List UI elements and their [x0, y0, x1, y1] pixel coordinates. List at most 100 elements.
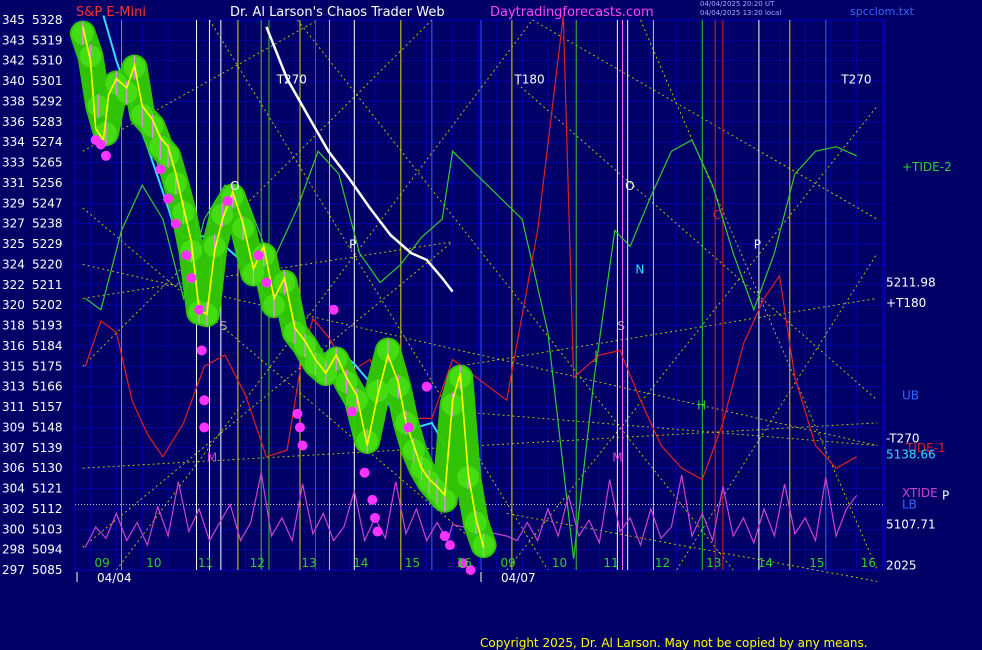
y-tick-label-b: 5238 — [32, 217, 63, 231]
y-tick-label-a: 306 — [2, 461, 25, 475]
y-tick-label-b: 5202 — [32, 298, 63, 312]
y-tick-label-a: 334 — [2, 135, 25, 149]
date-label: 04/07 — [501, 571, 536, 585]
price-dot — [196, 345, 207, 356]
timestamp-local: 04/04/2025 13:20 local — [700, 9, 782, 17]
price-dot — [170, 218, 181, 229]
price-band — [69, 20, 497, 559]
chaos-chart: 345 5328 343 5319 342 5310 340 5301 338 5292 336 52… — [2, 13, 952, 585]
y-tick-label-a: 302 — [2, 502, 25, 516]
cycle-label: M — [207, 450, 217, 464]
price-dot — [199, 422, 210, 433]
y-tick-label-a: 333 — [2, 156, 25, 170]
site-link[interactable]: Daytradingforecasts.com — [490, 5, 654, 20]
price-dot — [294, 422, 305, 433]
price-dot — [199, 395, 210, 406]
price-dot — [297, 440, 308, 451]
cycle-label: N — [635, 262, 644, 276]
copyright-notice: Copyright 2025, Dr. Al Larson. May not b… — [480, 636, 868, 650]
right-axis-label: 5138.66 — [886, 448, 936, 462]
y-tick-label-b: 5247 — [32, 196, 63, 210]
y-tick-label-b: 5265 — [32, 156, 63, 170]
cycle-label: O — [230, 179, 239, 193]
y-tick-label-a: 315 — [2, 359, 25, 373]
right-axis-label: LB — [902, 497, 917, 511]
y-tick-label-a: 316 — [2, 339, 25, 353]
price-dot — [261, 277, 272, 288]
y-tick-label-b: 5148 — [32, 420, 63, 434]
chart-title: Dr. Al Larson's Chaos Trader Web — [230, 5, 445, 20]
price-dot — [95, 139, 106, 150]
y-tick-label-b: 5112 — [32, 502, 63, 516]
price-dot — [328, 304, 339, 315]
y-tick-label-b: 5103 — [32, 522, 63, 536]
price-dot — [163, 193, 174, 204]
data-file-name: spcclom.txt — [850, 5, 914, 18]
y-tick-label-a: 309 — [2, 420, 25, 434]
price-dot — [444, 540, 455, 551]
y-tick-label-a: 324 — [2, 257, 25, 271]
cycle-label: C — [713, 208, 721, 222]
y-tick-label-b: 5220 — [32, 257, 63, 271]
y-tick-label-b: 5310 — [32, 54, 63, 68]
y-tick-label-a: 313 — [2, 380, 25, 394]
price-dot — [222, 196, 233, 207]
price-dot — [369, 512, 380, 523]
y-tick-label-a: 338 — [2, 94, 25, 108]
x-tick-label: 13 — [706, 556, 721, 570]
y-tick-label-b: 5328 — [32, 13, 63, 27]
price-dot — [346, 406, 357, 417]
y-tick-label-b: 5157 — [32, 400, 63, 414]
y-tick-label-b: 5130 — [32, 461, 63, 475]
price-dot — [155, 164, 166, 175]
cycle-label: O — [625, 179, 634, 193]
date-label: 04/04 — [97, 571, 132, 585]
y-tick-label-a: 340 — [2, 74, 25, 88]
y-tick-label-a: 322 — [2, 278, 25, 292]
y-tick-label-a: 300 — [2, 522, 25, 536]
x-tick-label: 15 — [809, 556, 824, 570]
cycle-label: T270 — [840, 72, 871, 86]
fan-line — [297, 19, 734, 571]
x-tick-label: 16 — [861, 556, 876, 570]
y-tick-label-a: 329 — [2, 196, 25, 210]
y-tick-label-a: 343 — [2, 33, 25, 47]
x-tick-label: 11 — [198, 556, 213, 570]
right-axis-label: 5107.71 — [886, 518, 936, 532]
price-dot — [194, 304, 205, 315]
cycle-label: S — [220, 319, 228, 333]
right-axis-label: UB — [902, 389, 919, 403]
y-tick-label-b: 5301 — [32, 74, 63, 88]
y-tick-label-b: 5166 — [32, 380, 63, 394]
y-tick-label-a: 304 — [2, 482, 25, 496]
x-tick-label: 09 — [95, 556, 110, 570]
symbol-title: S&P E-Mini — [76, 5, 146, 20]
x-tick-label: 09 — [500, 556, 515, 570]
x-tick-label: 12 — [655, 556, 670, 570]
y-tick-label-b: 5319 — [32, 33, 63, 47]
right-axis-label: 2025 — [886, 558, 917, 572]
y-tick-label-a: 297 — [2, 563, 25, 577]
price-dot — [421, 381, 432, 392]
y-tick-label-b: 5229 — [32, 237, 63, 251]
cycle-label: T270 — [276, 72, 307, 86]
y-tick-label-b: 5094 — [32, 543, 63, 557]
y-tick-label-b: 5292 — [32, 94, 63, 108]
y-tick-label-b: 5139 — [32, 441, 63, 455]
y-tick-label-b: 5193 — [32, 319, 63, 333]
price-dot — [186, 273, 197, 284]
y-tick-label-a: 318 — [2, 319, 25, 333]
price-dot — [403, 422, 414, 433]
x-tick-label: 15 — [405, 556, 420, 570]
y-tick-label-b: 5175 — [32, 359, 63, 373]
y-tick-label-a: 320 — [2, 298, 25, 312]
price-dot — [359, 467, 370, 478]
x-tick-label: 14 — [758, 556, 773, 570]
x-tick-label: 10 — [146, 556, 161, 570]
fan-line — [457, 297, 878, 367]
x-tick-label: 16 — [457, 556, 472, 570]
y-tick-label-a: 345 — [2, 13, 25, 27]
x-tick-label: 13 — [301, 556, 316, 570]
x-tick-label: 11 — [603, 556, 618, 570]
y-tick-label-a: 331 — [2, 176, 25, 190]
